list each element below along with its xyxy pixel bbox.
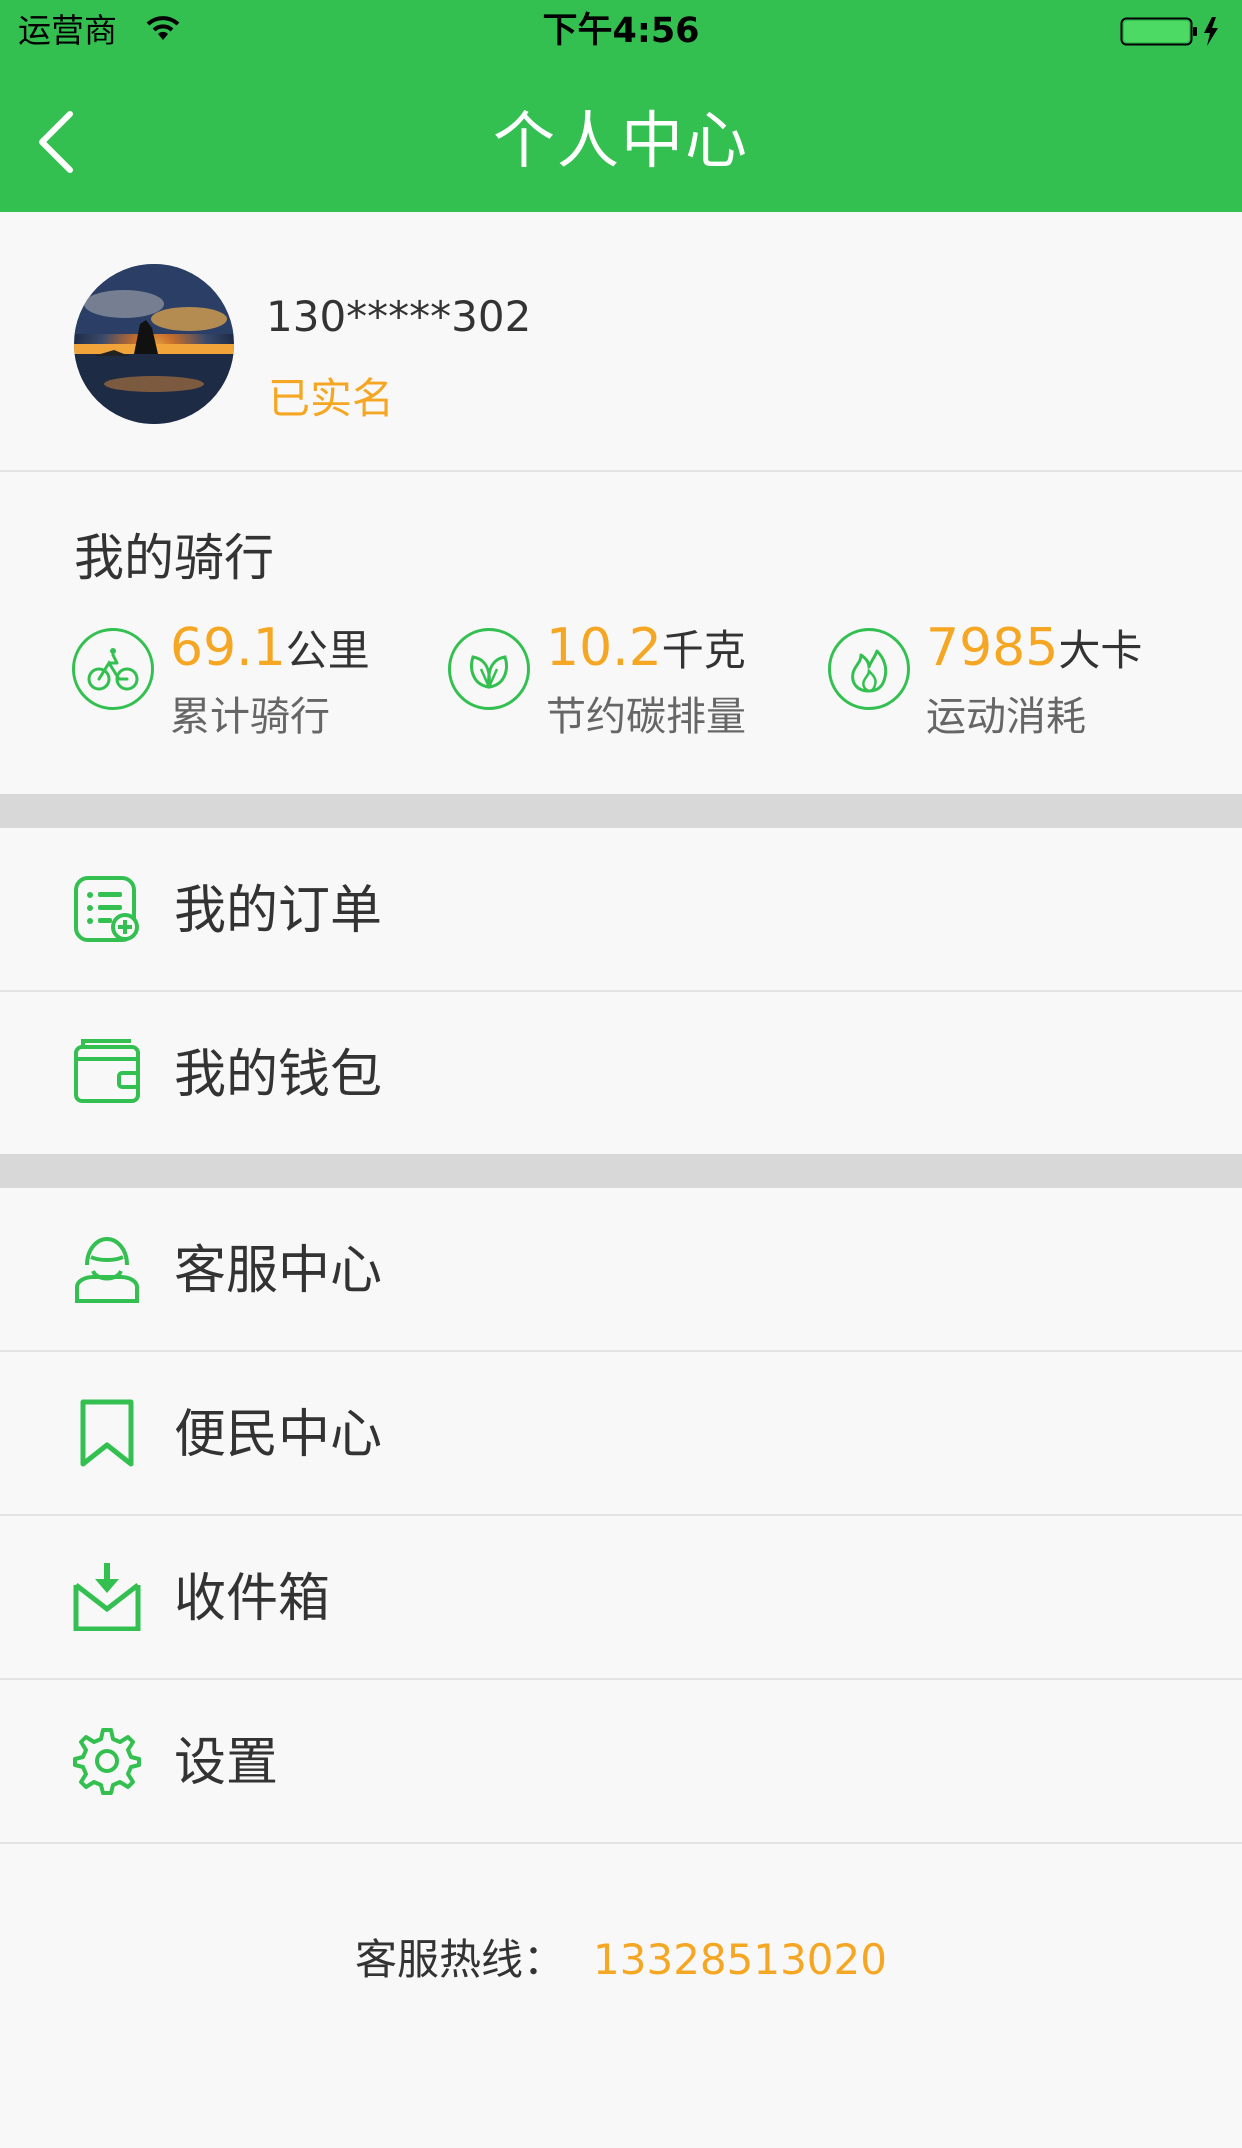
service-hotline: 客服热线： 13328513020 [0,1930,1242,1990]
menu-label: 便民中心 [174,1405,383,1465]
menu-item-settings[interactable]: 设置 [0,1680,1242,1844]
menu-item-inbox[interactable]: 收件箱 [0,1516,1242,1680]
stat-value: 7985 [926,618,1059,678]
stat-unit: 千克 [661,626,746,675]
menu-item-service-center[interactable]: 客服中心 [0,1188,1242,1352]
stat-unit: 公里 [285,626,370,675]
order-list-icon [72,874,142,944]
menu-item-wallet[interactable]: 我的钱包 [0,992,1242,1156]
stat-value: 10.2 [546,618,662,678]
section-divider [0,794,1242,828]
leaf-icon [448,628,530,710]
menu-label: 我的钱包 [174,1045,383,1105]
menu-item-convenience[interactable]: 便民中心 [0,1352,1242,1516]
user-phone: 130*****302 [266,292,532,341]
stat-label: 累计骑行 [170,694,330,740]
status-bar: 运营商 下午4:56 [0,0,1242,62]
menu-label: 收件箱 [174,1569,331,1629]
riding-title: 我的骑行 [74,529,274,587]
status-time: 下午4:56 [542,11,700,51]
stat-unit: 大卡 [1058,626,1143,675]
battery-icon [1120,14,1224,52]
gear-icon [72,1726,142,1796]
top-bar: 运营商 下午4:56 个人中心 [0,0,1242,212]
stat-value: 69.1 [170,618,286,678]
bookmark-icon [72,1398,142,1468]
profile-section[interactable]: 130*****302 已实名 [0,212,1242,472]
wallet-icon [72,1038,142,1108]
verify-status-badge: 已实名 [268,374,395,423]
menu-label: 客服中心 [174,1241,383,1301]
bicycle-icon [72,628,154,710]
menu-item-orders[interactable]: 我的订单 [0,828,1242,992]
avatar[interactable] [74,264,234,424]
page-title: 个人中心 [492,104,749,177]
stat-label: 运动消耗 [926,694,1086,740]
customer-service-icon [72,1234,142,1304]
hotline-number[interactable]: 13328513020 [593,1935,887,1984]
flame-icon [828,628,910,710]
hotline-label: 客服热线： [355,1935,566,1984]
section-divider [0,1154,1242,1188]
menu-label: 我的订单 [174,881,383,941]
menu-label: 设置 [174,1733,279,1793]
stat-label: 节约碳排量 [546,694,746,740]
inbox-download-icon [72,1562,142,1632]
riding-stats-section: 我的骑行 69.1公里 累计骑行 10.2千克 节约碳排量 7985大卡 运动消… [0,472,1242,794]
